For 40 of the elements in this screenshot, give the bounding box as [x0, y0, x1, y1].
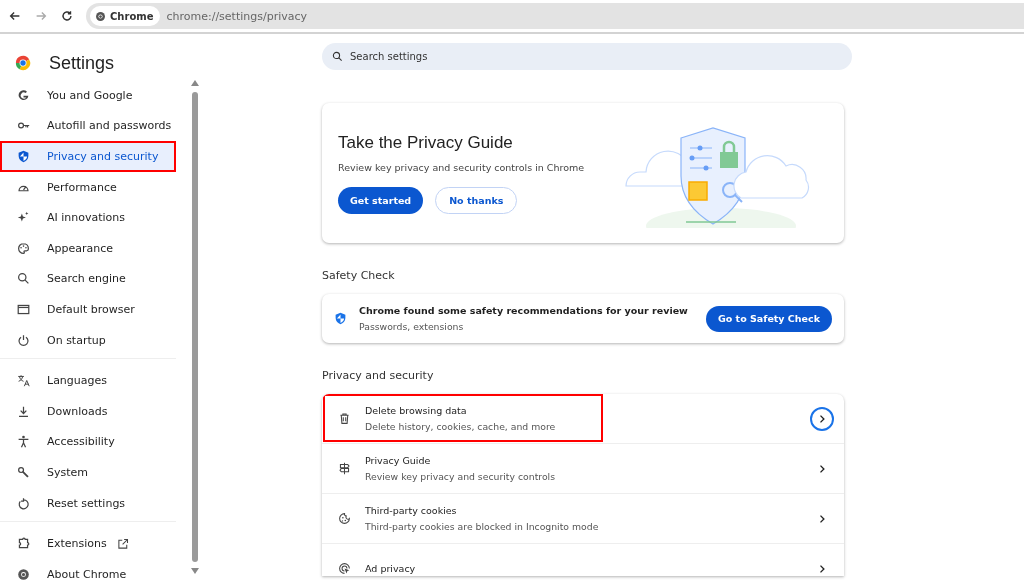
- row-title: Delete browsing data: [365, 405, 468, 416]
- safety-details: Passwords, extensions: [359, 321, 465, 332]
- row-title: Privacy Guide: [365, 455, 432, 466]
- row-description: Delete history, cookies, cache, and more: [365, 421, 557, 432]
- sidebar-item[interactable]: AI innovations: [0, 202, 190, 233]
- no-thanks-button[interactable]: No thanks: [435, 186, 518, 214]
- sidebar-item[interactable]: Accessibility: [0, 426, 190, 458]
- section-heading: Safety Check: [322, 269, 396, 282]
- sidebar-item[interactable]: Appearance: [0, 232, 190, 264]
- page-title: Settings: [49, 52, 115, 74]
- sidebar-item[interactable]: Search engine: [0, 263, 190, 295]
- settings-row[interactable]: Delete browsing data Delete history, cookies, cache, and more: [322, 394, 844, 444]
- settings-row[interactable]: Third-party cookies Third-party cookies are blocked in Incognito mode: [322, 494, 844, 544]
- sidebar-item[interactable]: About Chrome: [0, 558, 190, 588]
- card-description: Review key privacy and security controls in Chrome: [338, 161, 585, 173]
- row-title: Third-party cookies: [365, 505, 458, 516]
- sidebar-item[interactable]: System: [0, 457, 190, 488]
- address-bar[interactable]: Chrome chrome://settings/privacy: [86, 3, 1024, 29]
- row-title: Ad privacy: [365, 563, 417, 574]
- sidebar-item[interactable]: Reset settings: [0, 487, 190, 519]
- get-started-button[interactable]: Get started: [338, 186, 424, 214]
- sidebar-item[interactable]: On startup: [0, 324, 190, 356]
- url-text: chrome://settings/privacy: [166, 9, 308, 23]
- sidebar-item[interactable]: Default browser: [0, 294, 190, 325]
- sidebar-item[interactable]: You and Google: [0, 80, 190, 111]
- safety-check-button[interactable]: Go to Safety Check: [706, 305, 832, 332]
- section-heading: Privacy and security: [322, 369, 435, 382]
- sidebar-item[interactable]: Extensions: [0, 528, 190, 559]
- sidebar-item[interactable]: Languages: [0, 365, 190, 396]
- row-description: Review key privacy and security controls: [365, 471, 557, 482]
- settings-row[interactable]: Privacy Guide Review key privacy and security controls: [322, 444, 844, 494]
- sidebar-item[interactable]: Performance: [0, 171, 190, 203]
- sidebar-item[interactable]: Downloads: [0, 395, 190, 427]
- safety-message: Chrome found some safety recommendations for your review: [359, 305, 689, 316]
- row-description: Third-party cookies are blocked in Incognito mode: [365, 521, 600, 532]
- sidebar-item[interactable]: Privacy and security: [0, 141, 176, 172]
- settings-row[interactable]: Ad privacy: [322, 544, 844, 576]
- sidebar-item[interactable]: Autofill and passwords: [0, 110, 190, 142]
- card-title: Take the Privacy Guide: [338, 132, 514, 153]
- site-chip[interactable]: Chrome: [90, 6, 161, 26]
